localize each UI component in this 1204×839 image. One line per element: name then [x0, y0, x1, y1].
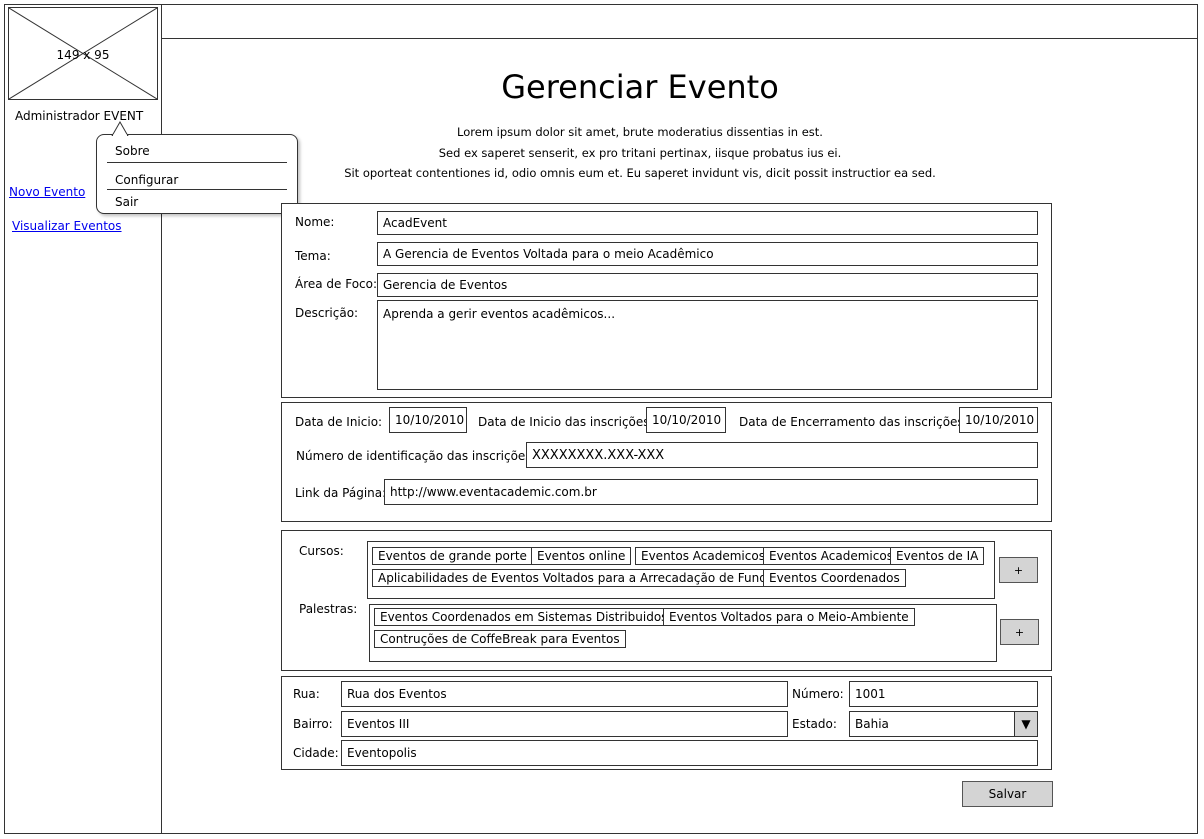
add-lecture-button[interactable]: + [1000, 619, 1039, 645]
description-textarea[interactable]: Aprenda a gerir eventos acadêmicos... [377, 300, 1038, 390]
description-line: Lorem ipsum dolor sit amet, brute modera… [457, 125, 823, 139]
number-label: Número: [792, 687, 844, 701]
registration-id-label: Número de identificação das inscrições: [296, 449, 536, 463]
nav-view-events-link[interactable]: Visualizar Eventos [12, 219, 122, 233]
course-tag[interactable]: Eventos Coordenados [763, 569, 906, 587]
save-button[interactable]: Salvar [962, 781, 1053, 807]
description-label: Descrição: [295, 306, 359, 320]
description-line: Sit oporteat contentiones id, odio omnis… [344, 166, 936, 180]
dropdown-arrow-icon[interactable]: ▼ [1014, 712, 1037, 736]
courses-lectures-panel: Cursos: Eventos de grande porte Eventos … [281, 530, 1052, 671]
course-tag[interactable]: Eventos de grande porte [372, 547, 533, 565]
street-label: Rua: [293, 687, 320, 701]
page-link-label: Link da Página: [295, 486, 387, 500]
courses-label: Cursos: [299, 544, 344, 558]
city-input[interactable]: Eventopolis [341, 740, 1038, 766]
lecture-tag[interactable]: Eventos Voltados para o Meio-Ambiente [663, 608, 915, 626]
start-date-input[interactable]: 10/10/2010 [389, 407, 467, 433]
description-line: Sed ex saperet senserit, ex pro tritani … [438, 145, 842, 160]
name-label: Nome: [295, 215, 335, 229]
registration-start-input[interactable]: 10/10/2010 [646, 407, 726, 433]
focus-area-label: Área de Foco: [295, 277, 378, 291]
course-tag[interactable]: Aplicabilidades de Eventos Voltados para… [372, 569, 787, 587]
state-select[interactable]: Bahia ▼ [849, 711, 1038, 737]
number-input[interactable]: 1001 [849, 681, 1038, 707]
page-description: Lorem ipsum dolor sit amet, brute modera… [162, 122, 1118, 184]
logo-placeholder: 149 x 95 [8, 7, 158, 100]
theme-label: Tema: [295, 249, 331, 263]
logo-placeholder-label: 149 x 95 [56, 48, 110, 62]
menu-item-about[interactable]: Sobre [115, 144, 150, 158]
registration-end-input[interactable]: 10/10/2010 [959, 407, 1038, 433]
nav-new-event-link[interactable]: Novo Evento [9, 185, 85, 199]
district-label: Bairro: [293, 717, 333, 731]
dates-panel: Data de Inicio: 10/10/2010 Data de Inici… [281, 402, 1052, 522]
course-tag[interactable]: Eventos online [531, 547, 632, 565]
event-info-panel: Nome: AcadEvent Tema: A Gerencia de Even… [281, 203, 1052, 398]
lectures-tag-list: Eventos Coordenados em Sistemas Distribu… [369, 604, 997, 662]
page-title: Gerenciar Evento [501, 68, 779, 106]
lectures-label: Palestras: [299, 602, 358, 616]
focus-area-input[interactable]: Gerencia de Eventos [377, 273, 1038, 297]
state-select-value: Bahia [855, 717, 889, 731]
page-link-input[interactable]: http://www.eventacademic.com.br [384, 479, 1038, 505]
lecture-tag[interactable]: Eventos Coordenados em Sistemas Distribu… [374, 608, 674, 626]
courses-tag-list: Eventos de grande porte Eventos online E… [367, 541, 995, 599]
city-label: Cidade: [293, 746, 339, 760]
lecture-tag[interactable]: Contruções de CoffeBreak para Eventos [374, 630, 626, 648]
popup-pointer-icon [111, 121, 129, 136]
course-tag[interactable]: Eventos Academicos [635, 547, 771, 565]
add-course-button[interactable]: + [999, 557, 1038, 583]
topbar-divider [161, 38, 1198, 39]
name-input[interactable]: AcadEvent [377, 211, 1038, 235]
address-panel: Rua: Rua dos Eventos Número: 1001 Bairro… [281, 676, 1052, 770]
theme-input[interactable]: A Gerencia de Eventos Voltada para o mei… [377, 242, 1038, 266]
district-input[interactable]: Eventos III [341, 711, 788, 737]
menu-separator [107, 189, 287, 190]
menu-item-logout[interactable]: Sair [115, 195, 138, 209]
state-label: Estado: [792, 717, 837, 731]
course-tag[interactable]: Eventos Academicos [763, 547, 899, 565]
registration-start-label: Data de Inicio das inscrições: [478, 415, 654, 429]
start-date-label: Data de Inicio: [295, 415, 383, 429]
registration-end-label: Data de Encerramento das inscrições: [739, 415, 968, 429]
street-input[interactable]: Rua dos Eventos [341, 681, 788, 707]
registration-id-input[interactable]: XXXXXXXX.XXX-XXX [526, 442, 1038, 468]
course-tag[interactable]: Eventos de IA [890, 547, 985, 565]
